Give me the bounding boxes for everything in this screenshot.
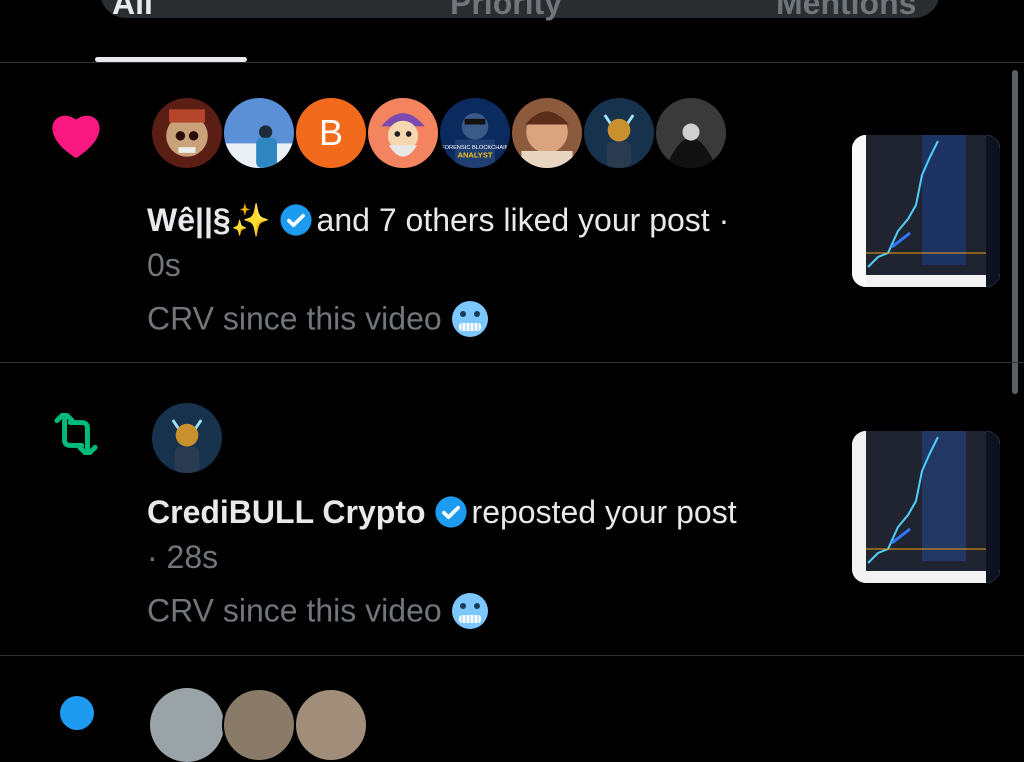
notification-tabs: All Priority Mentions	[0, 0, 1024, 63]
post-text: CRV since this video	[147, 592, 442, 629]
notification-repost[interactable]: CrediBULL Crypto reposted your post · 28s…	[0, 363, 1024, 656]
avatar-partial-1[interactable]	[150, 688, 224, 762]
post-snippet[interactable]: CRV since this video	[147, 591, 490, 635]
tab-all-label: All	[112, 0, 153, 21]
active-tab-indicator	[95, 57, 247, 62]
tab-priority[interactable]: Priority	[450, 0, 562, 28]
heart-icon	[48, 109, 104, 164]
avatar-portrait[interactable]	[510, 96, 584, 170]
avatar-partial-3[interactable]	[294, 688, 368, 762]
verified-badge-icon	[434, 495, 468, 529]
timestamp: · 28s	[147, 539, 219, 575]
avatar-cartoon[interactable]	[366, 96, 440, 170]
actor-name[interactable]: CrediBULL Crypto	[147, 494, 426, 530]
action-text: and 7 others liked your post ·	[316, 202, 730, 238]
like-summary: Wê||§✨ and 7 others liked your post ·	[147, 201, 729, 243]
tab-mentions-label: Mentions	[776, 0, 917, 21]
post-thumbnail-chart[interactable]	[852, 135, 1000, 287]
post-thumbnail-chart[interactable]	[852, 431, 1000, 583]
avatar-bull[interactable]	[582, 96, 656, 170]
post-snippet[interactable]: CRV since this video	[147, 299, 490, 343]
partial-type-icon	[60, 696, 94, 730]
avatar-forensic-analyst[interactable]: FORENSIC BLOCKCHAIN ANALYST	[438, 96, 512, 170]
avatar-credibull[interactable]	[150, 401, 224, 475]
repost-summary: CrediBULL Crypto reposted your post	[147, 494, 737, 535]
avatar-partial-2[interactable]	[222, 688, 296, 762]
actor-name[interactable]: Wê||§✨	[147, 202, 271, 238]
svg-text:ANALYST: ANALYST	[458, 151, 493, 160]
avatar-mountain[interactable]	[222, 96, 296, 170]
verified-badge-icon	[279, 203, 313, 237]
avatar-mask[interactable]	[150, 96, 224, 170]
action-text: reposted your post	[471, 494, 737, 530]
notification-like[interactable]: B FORENSIC BLOCKCHAIN ANALYST Wê||§✨ and 7…	[0, 63, 1024, 363]
repost-icon	[48, 410, 104, 460]
avatar-letter-b[interactable]: B	[294, 96, 368, 170]
post-text: CRV since this video	[147, 300, 442, 337]
cold-face-emoji-icon	[450, 299, 490, 339]
timestamp: 0s	[147, 247, 181, 283]
cold-face-emoji-icon	[450, 591, 490, 631]
notification-partial[interactable]	[0, 656, 1024, 762]
avatar-dark-figure[interactable]	[654, 96, 728, 170]
tab-priority-label: Priority	[450, 0, 563, 21]
tab-mentions[interactable]: Mentions	[776, 0, 916, 28]
tab-all[interactable]: All	[112, 0, 153, 28]
